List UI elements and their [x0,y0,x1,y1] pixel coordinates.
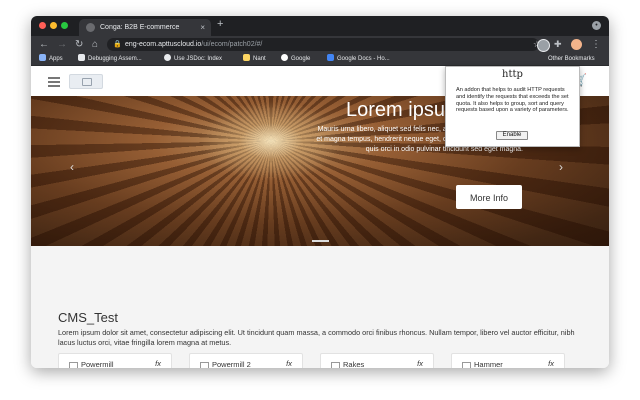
product-name: Rakes [343,360,365,368]
other-bookmarks[interactable]: Other Bookmarks [548,53,595,65]
m-favicon-icon [78,54,85,61]
fx-icon: fx [417,359,423,368]
profile-avatar[interactable] [571,39,582,50]
tab-title: Conga: B2B E-commerce [100,24,180,31]
hamburger-menu-icon[interactable] [48,77,60,87]
tab-close-icon[interactable]: × [200,19,205,36]
bookmarks-bar: Apps Debugging Assem... Use JSDoc: Index… [31,53,609,66]
close-window-button[interactable] [39,22,46,29]
minimize-window-button[interactable] [50,22,57,29]
folder-icon [243,54,250,61]
maximize-window-button[interactable] [61,22,68,29]
forward-button[interactable]: → [57,37,67,52]
carousel-prev-icon[interactable]: ‹ [70,160,74,174]
section-text: Lorem ipsum dolor sit amet, consectetur … [58,328,575,347]
bookmark-apps[interactable]: Apps [39,53,63,65]
window-menu-icon[interactable]: • [592,21,601,30]
section-title: CMS_Test [58,310,118,325]
cms-section: CMS_Test Lorem ipsum dolor sit amet, con… [31,246,609,368]
image-icon [82,78,92,86]
popup-description: An addon that helps to audit HTTP reques… [456,87,569,114]
globe-icon [164,54,171,61]
url-path: /ui/ecom/patch02/#/ [201,41,263,48]
docs-icon [327,54,334,61]
compare-checkbox[interactable] [331,362,340,368]
fx-icon: fx [286,359,292,368]
lock-icon: 🔒 [113,41,122,48]
product-name: Powermill [81,360,114,368]
bookmark-jsdoc[interactable]: Use JSDoc: Index [164,53,222,65]
browser-tab[interactable]: Conga: B2B E-commerce × [79,19,211,36]
address-bar[interactable]: 🔒 eng-ecom.apttuscloud.io/ui/ecom/patch0… [107,38,541,51]
fx-icon: fx [548,359,554,368]
address-url: eng-ecom.apttuscloud.io/ui/ecom/patch02/… [125,38,262,51]
tab-strip: Conga: B2B E-commerce × + • [31,16,609,36]
bookmark-google-docs[interactable]: Google Docs - Ho... [327,53,390,65]
carousel-indicator[interactable] [312,240,329,242]
new-tab-button[interactable]: + [217,18,223,30]
popup-title: http [502,69,523,80]
product-name: Powermill 2 [212,360,251,368]
reload-button[interactable]: ↻ [75,37,83,52]
browser-menu-icon[interactable]: ⋮ [591,37,601,52]
extensions-puzzle-icon[interactable]: ✚ [554,37,562,52]
product-card[interactable]: Powermill 2 fx [189,353,303,368]
fx-icon: fx [155,359,161,368]
browser-toolbar: ← → ↻ ⌂ 🔒 eng-ecom.apttuscloud.io/ui/eco… [31,36,609,53]
carousel-next-icon[interactable]: › [559,160,563,174]
back-button[interactable]: ← [39,37,49,52]
extension-popup: http An addon that helps to audit HTTP r… [445,66,580,147]
home-button[interactable]: ⌂ [92,37,98,52]
compare-checkbox[interactable] [462,362,471,368]
bookmark-nant[interactable]: Nant [243,53,266,65]
product-card[interactable]: Powermill fx [58,353,172,368]
url-host: eng-ecom.apttuscloud.io [125,41,202,48]
http-extension-icon[interactable] [537,39,550,52]
browser-window: Conga: B2B E-commerce × + • ← → ↻ ⌂ 🔒 en… [31,16,609,368]
bookmark-google[interactable]: Google [281,53,310,65]
bookmark-debugging[interactable]: Debugging Assem... [78,53,142,65]
product-name: Hammer [474,360,503,368]
product-card[interactable]: Rakes fx [320,353,434,368]
apps-grid-icon [39,54,46,61]
site-logo-placeholder[interactable] [69,74,103,89]
google-icon [281,54,288,61]
more-info-button[interactable]: More Info [456,185,522,209]
compare-checkbox[interactable] [200,362,209,368]
tab-favicon-icon [86,23,95,32]
product-card[interactable]: Hammer fx [451,353,565,368]
enable-button[interactable]: Enable [496,131,528,140]
compare-checkbox[interactable] [69,362,78,368]
